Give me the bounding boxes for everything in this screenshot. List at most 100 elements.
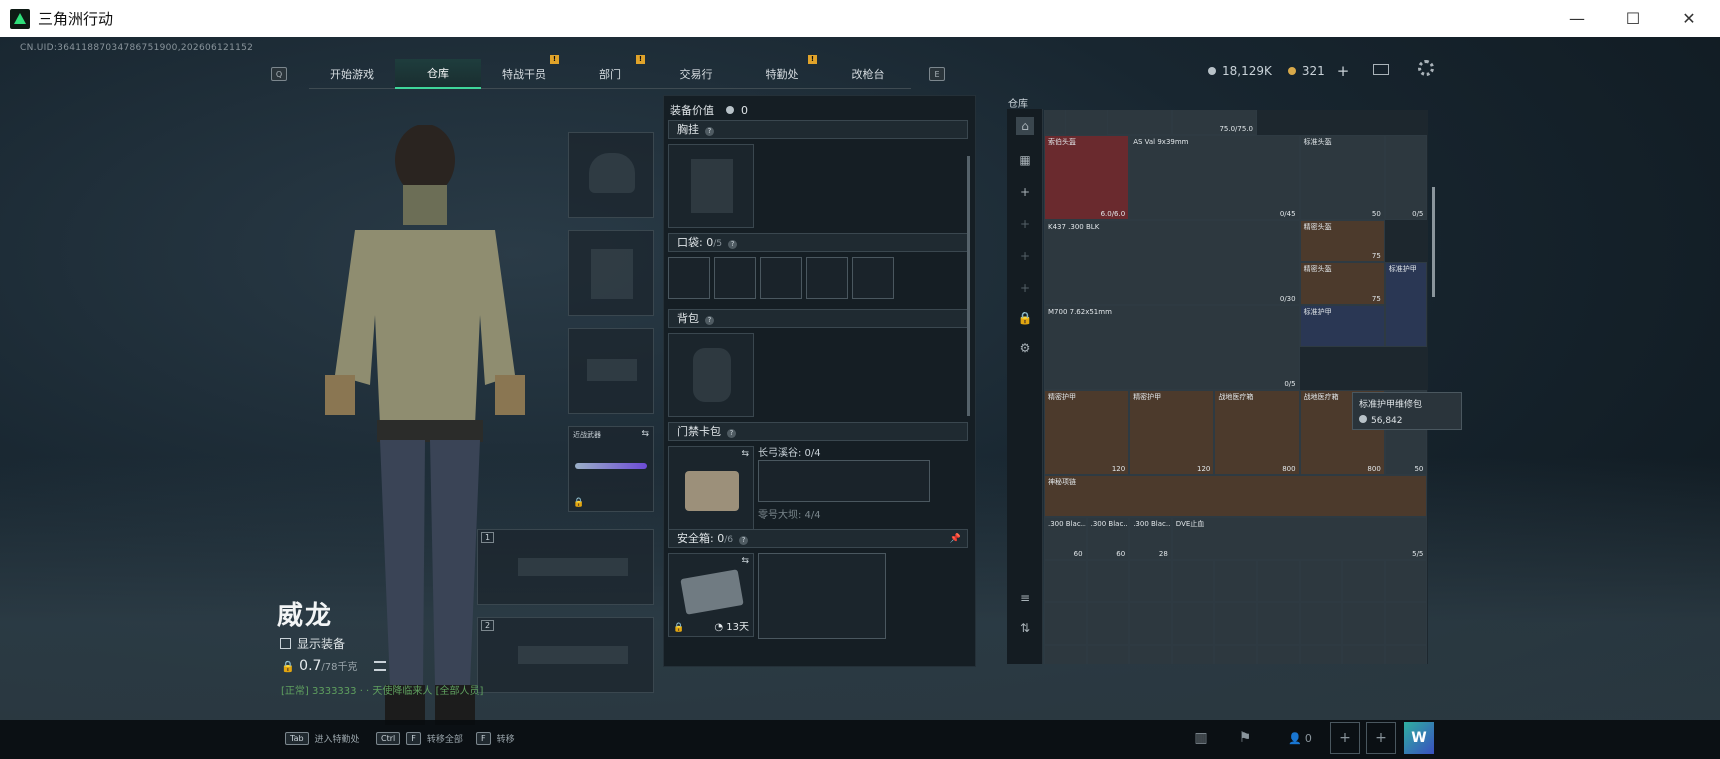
warehouse-item[interactable]: 精密头盔 75 [1299,262,1385,305]
consumable-item-icon[interactable] [1384,602,1428,645]
stats-icon[interactable]: ▥ [1186,722,1216,754]
consumable-item-icon[interactable] [1257,602,1300,645]
add-tab-icon[interactable]: + [1016,183,1034,201]
settings-gear-icon[interactable] [1418,60,1434,76]
consumable-item-icon[interactable] [1086,602,1130,645]
checkbox-icon[interactable] [280,638,291,649]
hint-transfer[interactable]: F 转移 [476,732,515,745]
help-icon[interactable]: ? [728,240,738,249]
warehouse-item[interactable]: AS Val 9x39mm 0/45 [1129,134,1300,220]
consumable-item-icon[interactable] [1129,559,1172,602]
consumable-item-icon[interactable] [1257,559,1300,602]
warehouse-tab-icon[interactable]: ▦ [1016,151,1034,169]
warehouse-item[interactable]: .300 Blac... 28 [1129,517,1172,560]
invite-slot-button[interactable]: + [1366,722,1396,754]
consumable-item-icon[interactable] [1384,559,1428,602]
consumable-item-icon[interactable] [1171,644,1215,664]
tab-start-game[interactable]: 开始游戏 [309,59,395,89]
consumable-item-icon[interactable] [1044,644,1087,664]
armor-slot[interactable] [568,230,654,316]
show-equipment-toggle[interactable]: 显示装备 [280,635,345,652]
safebox-slot[interactable]: ⇆ 🔒 ◔ 13天 [668,553,754,637]
friends-button[interactable]: 👤 0 [1280,722,1320,754]
warehouse-scrollbar[interactable] [1432,187,1435,297]
warehouse-item[interactable]: DVE止血 5/5 [1171,517,1428,560]
warehouse-item[interactable]: 标准护甲 [1384,262,1428,347]
keycard-case-slot[interactable]: ⇆ [668,446,754,530]
tab-department[interactable]: 部门! [567,55,653,89]
add-tab-icon[interactable]: + [1016,215,1034,233]
warehouse-item[interactable]: 精密护甲 120 [1044,389,1130,475]
gear-scrollbar[interactable] [967,156,970,416]
tab-gunsmith[interactable]: 改枪台 [825,59,911,89]
help-icon[interactable]: ? [727,429,736,438]
warehouse-item[interactable]: K437 .300 BLK 0/30 [1044,219,1300,305]
pocket-cell[interactable] [668,257,710,299]
hint-transfer-all[interactable]: Ctrl F 转移全部 [376,732,463,745]
warehouse-item[interactable]: M700 7.62x51mm 0/5 [1044,304,1300,390]
consumable-item-icon[interactable] [1342,559,1385,602]
consumable-item-icon[interactable] [1086,644,1130,664]
warehouse-item[interactable]: 75.0/75.0 [1171,110,1257,135]
tab-trading[interactable]: 交易行 [653,59,739,89]
melee-slot[interactable]: 近战武器 ⇆ 🔒 [568,426,654,512]
consumable-item-icon[interactable] [1342,602,1385,645]
minimize-button[interactable]: — [1548,0,1606,37]
flag-icon[interactable]: ⚑ [1230,722,1260,754]
consumable-item-icon[interactable] [1086,559,1130,602]
help-icon[interactable]: ? [739,536,749,545]
consumable-item-icon[interactable] [1214,602,1257,645]
swap-icon[interactable]: ⇆ [741,556,749,566]
help-icon[interactable]: ? [705,127,714,136]
consumable-item-icon[interactable] [1044,559,1087,602]
swap-icon[interactable]: ⇆ [741,449,749,459]
add-tab-icon[interactable]: + [1016,247,1034,265]
close-button[interactable]: ✕ [1660,0,1718,37]
add-currency-button[interactable]: + [1337,62,1350,80]
primary-weapon-slot-1[interactable]: 1 [477,529,654,605]
invite-slot-button[interactable]: + [1330,722,1360,754]
helmet-slot[interactable] [568,132,654,218]
warehouse-item[interactable]: 索伯头盔 6.0/6.0 [1044,134,1130,220]
chest-rig-slot[interactable] [668,144,754,228]
warehouse-item[interactable] [1044,110,1172,135]
keycard-grid[interactable] [758,460,930,502]
consumable-item-icon[interactable] [1044,602,1087,645]
backpack-slot[interactable] [668,333,754,417]
warehouse-home-icon[interactable]: ⌂ [1016,117,1034,135]
maximize-button[interactable]: ☐ [1604,0,1662,37]
pocket-cell[interactable] [760,257,802,299]
pocket-cell[interactable] [714,257,756,299]
warehouse-item[interactable]: 精密护甲 120 [1129,389,1215,475]
consumable-item-icon[interactable] [1384,644,1428,664]
add-tab-icon[interactable]: + [1016,279,1034,297]
sort-icon[interactable]: ⇅ [1016,619,1034,637]
tab-warehouse[interactable]: 仓库 [395,59,481,89]
primary-weapon-slot-2[interactable]: 2 [477,617,654,693]
swap-icon[interactable]: ⇆ [641,429,649,439]
player-avatar[interactable]: W [1404,722,1434,754]
pocket-cell[interactable] [806,257,848,299]
warehouse-item[interactable]: .300 Blac... 60 [1086,517,1130,560]
consumable-item-icon[interactable] [1214,644,1257,664]
consumable-item-icon[interactable] [1299,602,1343,645]
warehouse-item[interactable]: 标准头盔 50 [1299,134,1385,220]
consumable-item-icon[interactable] [1171,602,1215,645]
list-icon[interactable] [374,661,386,671]
warehouse-item[interactable]: 标准护甲 [1299,304,1385,347]
safebox-grid[interactable] [758,553,886,639]
nav-next-key[interactable]: E [929,67,945,81]
warehouse-item[interactable]: 战地医疗箱 800 [1214,389,1300,475]
mail-icon[interactable] [1373,64,1389,75]
consumable-item-icon[interactable] [1171,559,1215,602]
hint-special-ops[interactable]: Tab 进入特勤处 [285,732,360,745]
consumable-item-icon[interactable] [1342,644,1385,664]
pocket-cell[interactable] [852,257,894,299]
pistol-slot[interactable] [568,328,654,414]
nav-prev-key[interactable]: Q [271,67,287,81]
pin-icon[interactable]: 📌 [950,530,961,548]
consumable-item-icon[interactable] [1299,559,1343,602]
tab-special-ops[interactable]: 特勤处! [739,55,825,89]
consumable-item-icon[interactable] [1257,644,1300,664]
layers-icon[interactable]: ≡ [1016,589,1034,607]
